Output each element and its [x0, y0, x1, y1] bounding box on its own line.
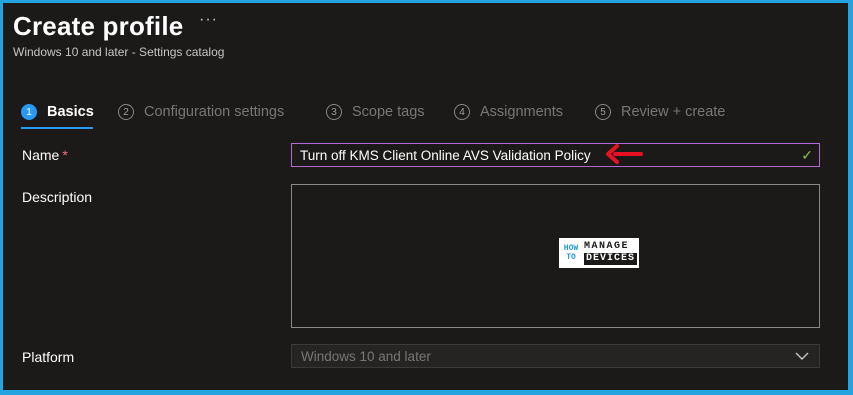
- wizard-steps: 1 Basics 2 Configuration settings 3 Scop…: [3, 99, 848, 133]
- required-marker: *: [62, 147, 68, 163]
- active-step-indicator: [21, 127, 93, 129]
- step-assignments[interactable]: 4 Assignments: [454, 99, 563, 125]
- step-label: Basics: [47, 104, 94, 120]
- step-configuration-settings[interactable]: 2 Configuration settings: [118, 99, 284, 125]
- platform-value: Windows 10 and later: [301, 348, 431, 364]
- step-number-1: 1: [21, 104, 37, 120]
- step-label: Configuration settings: [144, 104, 285, 120]
- logo-manage: MANAGE: [584, 241, 630, 252]
- step-label: Scope tags: [352, 104, 425, 120]
- name-label: Name *: [22, 147, 68, 163]
- step-scope-tags[interactable]: 3 Scope tags: [326, 99, 425, 125]
- logo-devices: DEVICES: [584, 253, 638, 265]
- step-label: Review + create: [621, 104, 726, 120]
- name-input[interactable]: Turn off KMS Client Online AVS Validatio…: [291, 143, 820, 167]
- page-subtitle: Windows 10 and later - Settings catalog: [13, 45, 225, 59]
- red-arrow-icon: [606, 144, 643, 164]
- step-basics[interactable]: 1 Basics: [21, 99, 94, 125]
- description-label: Description: [22, 189, 93, 205]
- name-input-value: Turn off KMS Client Online AVS Validatio…: [300, 147, 591, 163]
- step-number-3: 3: [326, 104, 342, 120]
- platform-dropdown[interactable]: Windows 10 and later: [291, 344, 820, 368]
- step-review-create[interactable]: 5 Review + create: [595, 99, 725, 125]
- name-label-text: Name: [22, 147, 60, 163]
- step-number-4: 4: [454, 104, 470, 120]
- checkmark-icon: ✓: [801, 147, 813, 163]
- page-title: Create profile: [13, 11, 184, 41]
- create-profile-pane: Create profile ··· Windows 10 and later …: [3, 3, 848, 390]
- step-number-2: 2: [118, 104, 134, 120]
- howtomanagedevices-logo: HOW TO MANAGE DEVICES: [559, 238, 639, 268]
- more-options-button[interactable]: ···: [199, 11, 218, 29]
- platform-label: Platform: [22, 349, 75, 365]
- logo-how-to: HOW TO: [563, 244, 579, 262]
- step-number-5: 5: [595, 104, 611, 120]
- step-label: Assignments: [480, 104, 564, 120]
- chevron-down-icon: [795, 352, 809, 360]
- description-textarea[interactable]: [291, 184, 820, 328]
